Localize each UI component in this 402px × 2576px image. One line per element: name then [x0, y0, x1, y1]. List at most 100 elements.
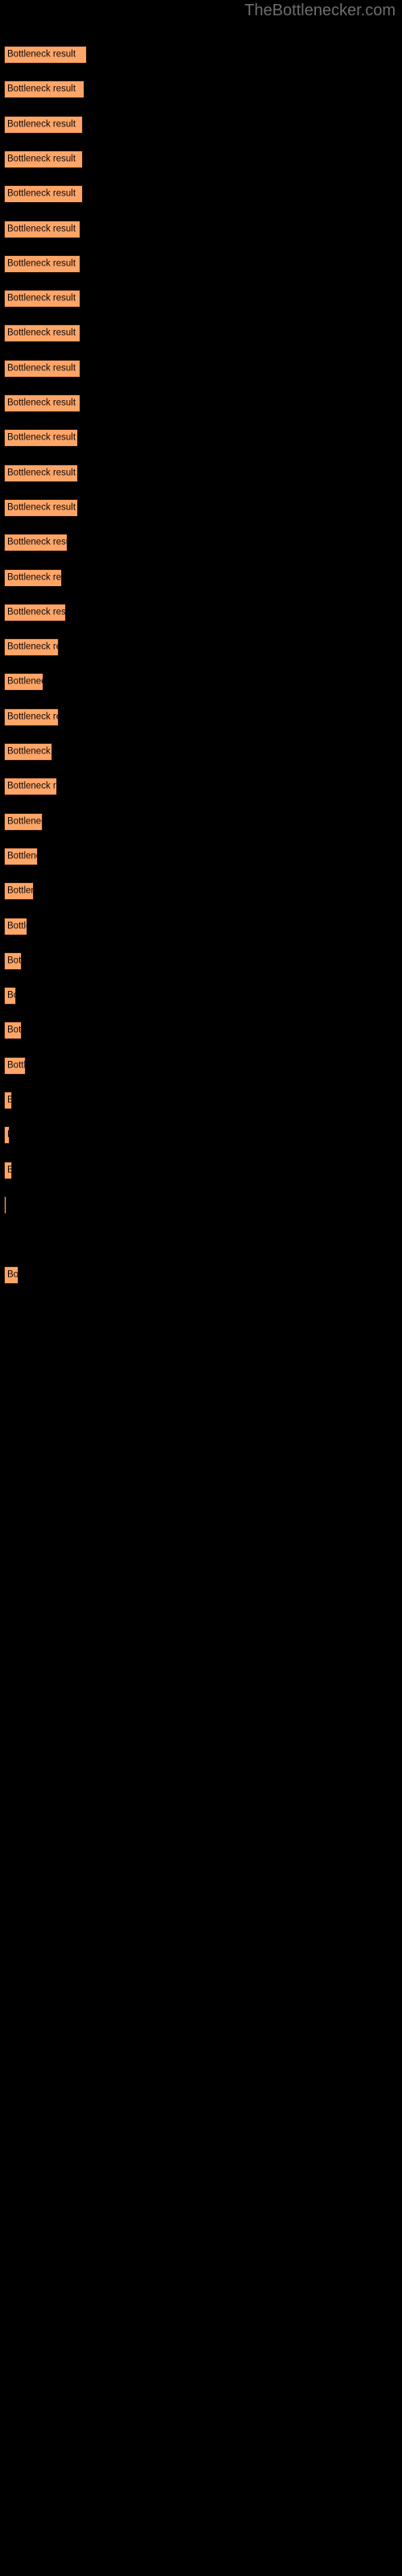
bar-27[interactable]: Bottleneck result — [4, 952, 22, 970]
bar-3[interactable]: Bottleneck result — [4, 115, 83, 134]
bar-30[interactable]: Bottleneck result — [4, 1056, 26, 1075]
bar-label: Bottleneck result — [7, 328, 76, 338]
bar-row: Bottleneck result — [0, 220, 402, 238]
bar-2[interactable]: Bottleneck result — [4, 80, 84, 99]
bar-label: Bottleneck result — [7, 886, 33, 896]
bar-36[interactable]: Bottleneck result — [4, 1265, 18, 1284]
bar-9[interactable]: Bottleneck result — [4, 324, 80, 343]
bar-row: Bottleneck result — [0, 150, 402, 168]
bar-label: Bottleneck result — [7, 258, 76, 269]
bar-row: Bottleneck result — [0, 917, 402, 935]
bar-label: Bottleneck result — [7, 293, 76, 303]
bar-21[interactable]: Bottleneck result — [4, 743, 52, 761]
bottleneck-chart: TheBottlenecker.com Bottleneck result Bot… — [0, 0, 402, 2576]
bar-28[interactable]: Bottleneck result — [4, 987, 16, 1005]
bar-label: Bottleneck result — [7, 746, 51, 757]
bar-row: Bottleneck result — [0, 359, 402, 378]
bar-row: Bottleneck result — [0, 1265, 402, 1284]
bar-32[interactable]: Bottleneck result — [4, 1126, 10, 1145]
bars-layer: Bottleneck result Bottleneck result Bottle… — [0, 0, 402, 2576]
bar-label: Bottleneck result — [7, 1096, 11, 1106]
bar-row: Bottleneck result — [0, 254, 402, 273]
bar-row: Bottleneck result — [0, 812, 402, 831]
bar-18[interactable]: Bottleneck result — [4, 638, 59, 657]
bar-33[interactable]: Bottleneck result — [4, 1161, 12, 1179]
bar-24[interactable]: Bottleneck result — [4, 847, 38, 865]
bar-row: Bottleneck result — [0, 638, 402, 657]
bar-label: Bottleneck result — [7, 990, 15, 1001]
bar-6[interactable]: Bottleneck result — [4, 220, 80, 238]
bar-label: Bottleneck result — [7, 851, 37, 861]
bar-label: Bottleneck result — [7, 676, 43, 687]
bar-13[interactable]: Bottleneck result — [4, 464, 78, 482]
bar-20[interactable]: Bottleneck result — [4, 708, 59, 726]
bar-12[interactable]: Bottleneck result — [4, 429, 78, 448]
bar-7[interactable]: Bottleneck result — [4, 254, 80, 273]
bar-8[interactable]: Bottleneck result — [4, 290, 80, 308]
bar-label: Bottleneck result — [7, 84, 76, 94]
bar-label: Bottleneck result — [7, 1130, 9, 1141]
bar-label: Bottleneck result — [7, 432, 76, 443]
bar-row: Bottleneck result — [0, 1161, 402, 1179]
bar-label: Bottleneck result — [7, 188, 76, 199]
bar-label: Bottleneck result — [7, 224, 76, 233]
bar-row: Bottleneck result — [0, 1022, 402, 1040]
bar-label: Bottleneck result — [7, 956, 22, 966]
bar-row: Bottleneck result — [0, 1195, 402, 1214]
bar-label: Bottleneck result — [7, 398, 76, 408]
bar-label: Bottleneck result — [7, 363, 76, 374]
bar-row: Bottleneck result — [0, 1126, 402, 1145]
bar-19[interactable]: Bottleneck result — [4, 673, 43, 691]
bar-row: Bottleneck result — [0, 324, 402, 343]
bar-11[interactable]: Bottleneck result — [4, 394, 80, 412]
bar-label: Bottleneck result — [7, 1269, 18, 1279]
bar-row: Bottleneck result — [0, 568, 402, 587]
bar-row: Bottleneck result — [0, 952, 402, 970]
bar-row: Bottleneck result — [0, 1092, 402, 1109]
bar-16[interactable]: Bottleneck result — [4, 568, 62, 587]
bar-row: Bottleneck result — [0, 1231, 402, 1249]
bar-row: Bottleneck result — [0, 882, 402, 901]
bar-22[interactable]: Bottleneck result — [4, 778, 57, 796]
bar-row: Bottleneck result — [0, 498, 402, 517]
bar-label: Bottleneck result — [7, 1025, 22, 1035]
bar-row: Bottleneck result — [0, 394, 402, 412]
bar-label: Bottleneck result — [7, 502, 76, 513]
bar-label: Bottleneck result — [7, 49, 76, 60]
bar-25[interactable]: Bottleneck result — [4, 882, 34, 901]
bar-4[interactable]: Bottleneck result — [4, 150, 83, 168]
bar-row: Bottleneck result — [0, 185, 402, 204]
bar-row: Bottleneck result — [0, 708, 402, 726]
bar-label: Bottleneck result — [7, 712, 58, 722]
bar-row: Bottleneck result — [0, 603, 402, 621]
bar-15[interactable]: Bottleneck result — [4, 534, 68, 552]
bar-row: Bottleneck result — [0, 290, 402, 308]
bar-row: Bottleneck result — [0, 80, 402, 99]
bar-row: Bottleneck result — [0, 1056, 402, 1075]
bar-26[interactable]: Bottleneck result — [4, 917, 27, 935]
bar-label: Bottleneck result — [7, 816, 42, 827]
bar-row: Bottleneck result — [0, 673, 402, 691]
bar-label: Bottleneck result — [7, 154, 76, 164]
bar-14[interactable]: Bottleneck result — [4, 498, 78, 517]
bar-row: Bottleneck result — [0, 46, 402, 64]
bar-label: Bottleneck result — [7, 607, 66, 617]
bar-label: Bottleneck result — [7, 119, 76, 130]
bar-row: Bottleneck result — [0, 847, 402, 865]
bar-label: Bottleneck result — [7, 468, 76, 478]
bar-31[interactable]: Bottleneck result — [4, 1092, 12, 1109]
bar-1[interactable]: Bottleneck result — [4, 46, 87, 64]
bar-label: Bottleneck result — [7, 537, 67, 547]
bar-label: Bottleneck result — [7, 1165, 11, 1175]
bar-label: Bottleneck result — [7, 642, 58, 652]
bar-row: Bottleneck result — [0, 987, 402, 1005]
bar-row: Bottleneck result — [0, 115, 402, 134]
bar-23[interactable]: Bottleneck result — [4, 812, 43, 831]
bar-10[interactable]: Bottleneck result — [4, 359, 80, 378]
bar-row: Bottleneck result — [0, 429, 402, 448]
bar-34[interactable]: Bottleneck result — [4, 1195, 6, 1214]
bar-5[interactable]: Bottleneck result — [4, 185, 83, 204]
bar-29[interactable]: Bottleneck result — [4, 1022, 22, 1040]
bar-17[interactable]: Bottleneck result — [4, 603, 66, 621]
bar-row: Bottleneck result — [0, 743, 402, 761]
